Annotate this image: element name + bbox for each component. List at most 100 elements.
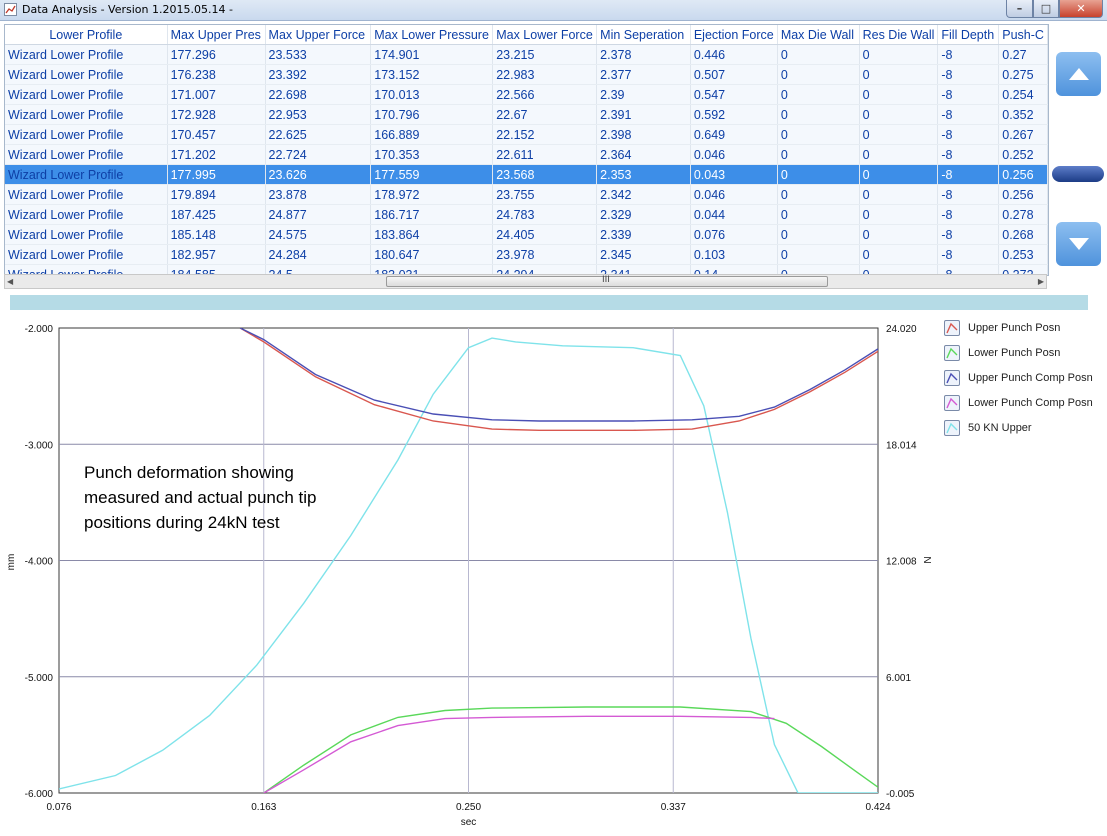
table-cell[interactable]: 22.566 [492,84,598,105]
table-cell[interactable]: Wizard Lower Profile [5,224,168,245]
table-cell[interactable]: 0 [859,184,939,205]
table-cell[interactable]: 172.928 [167,104,266,125]
table-cell[interactable]: 24.405 [492,224,598,245]
table-cell[interactable]: 182.957 [167,244,266,265]
table-cell[interactable]: -8 [937,184,1000,205]
table-cell[interactable]: 0 [859,124,939,145]
table-cell[interactable]: 0 [777,64,860,85]
table-cell[interactable]: -8 [937,144,1000,165]
table-cell[interactable]: 177.559 [370,164,494,185]
table-cell[interactable]: 2.391 [596,104,691,125]
column-header[interactable]: Max Lower Force [492,25,598,45]
table-row[interactable]: Wizard Lower Profile 170.457 22.625 166.889… [5,124,1048,145]
table-row[interactable]: Wizard Lower Profile 177.296 23.533 174.901… [5,44,1048,65]
column-header[interactable]: Max Upper Force [265,25,372,45]
legend-item[interactable]: Lower Punch Comp Posn [944,393,1093,413]
table-cell[interactable]: Wizard Lower Profile [5,164,168,185]
table-cell[interactable]: 24.877 [265,204,372,225]
table-cell[interactable]: 22.698 [265,84,372,105]
table-cell[interactable]: 0 [859,44,939,65]
table-row[interactable]: Wizard Lower Profile 179.894 23.878 178.972… [5,184,1048,205]
column-header[interactable]: Lower Profile [5,25,168,45]
table-cell[interactable]: 2.378 [596,44,691,65]
table-cell[interactable]: 171.007 [167,84,266,105]
table-cell[interactable]: 0 [777,164,860,185]
table-cell[interactable]: 2.353 [596,164,691,185]
table-cell[interactable]: 2.39 [596,84,691,105]
table-row[interactable]: Wizard Lower Profile 182.957 24.284 180.647… [5,244,1048,265]
table-cell[interactable]: 170.796 [370,104,494,125]
table-cell[interactable]: 185.148 [167,224,266,245]
table-cell[interactable]: 22.625 [265,124,372,145]
table-cell[interactable]: Wizard Lower Profile [5,124,168,145]
table-cell[interactable]: 22.953 [265,104,372,125]
column-header[interactable]: Max Die Wall [777,25,860,45]
table-cell[interactable]: -8 [937,84,1000,105]
table-cell[interactable]: 0.076 [690,224,778,245]
table-cell[interactable]: 0 [859,204,939,225]
splitter-bar[interactable] [10,295,1088,310]
table-cell[interactable]: Wizard Lower Profile [5,144,168,165]
table-cell[interactable]: 2.398 [596,124,691,145]
table-cell[interactable]: 0 [777,144,860,165]
table-cell[interactable]: -8 [937,124,1000,145]
legend-item[interactable]: Lower Punch Posn [944,343,1060,363]
horizontal-scrollbar[interactable]: ◀ III ▶ [4,274,1047,289]
horizontal-scroll-thumb[interactable]: III [386,275,828,287]
table-cell[interactable]: 23.878 [265,184,372,205]
table-cell[interactable]: 0.256 [998,164,1048,185]
column-header[interactable]: Max Lower Pressure [370,25,494,45]
legend-item[interactable]: Upper Punch Posn [944,318,1060,338]
table-row[interactable]: Wizard Lower Profile 171.202 22.724 170.353… [5,144,1048,165]
table-cell[interactable]: 0.446 [690,44,778,65]
table-cell[interactable]: Wizard Lower Profile [5,184,168,205]
table-cell[interactable]: 2.329 [596,204,691,225]
table-cell[interactable]: 2.339 [596,224,691,245]
column-header[interactable]: Max Upper Pres [167,25,266,45]
table-row[interactable]: Wizard Lower Profile 176.238 23.392 173.152… [5,64,1048,85]
table-cell[interactable]: -8 [937,204,1000,225]
table-cell[interactable]: 0 [859,164,939,185]
table-cell[interactable]: 171.202 [167,144,266,165]
table-row[interactable]: Wizard Lower Profile 171.007 22.698 170.013… [5,84,1048,105]
table-row[interactable]: Wizard Lower Profile 185.148 24.575 183.864… [5,224,1048,245]
results-grid[interactable]: Lower Profile Max Upper Pres Max Upper For… [4,24,1049,276]
table-cell[interactable]: 0.352 [998,104,1048,125]
table-cell[interactable]: 177.995 [167,164,266,185]
table-cell[interactable]: 0.254 [998,84,1048,105]
table-cell[interactable]: 0.268 [998,224,1048,245]
scroll-right-arrow-icon[interactable]: ▶ [1038,277,1044,286]
table-cell[interactable]: 187.425 [167,204,266,225]
table-cell[interactable]: 180.647 [370,244,494,265]
table-cell[interactable]: -8 [937,224,1000,245]
table-cell[interactable]: 0 [777,244,860,265]
table-cell[interactable]: Wizard Lower Profile [5,244,168,265]
column-header[interactable]: Fill Depth [937,25,1000,45]
table-cell[interactable]: 0.507 [690,64,778,85]
table-cell[interactable]: 0 [777,84,860,105]
table-cell[interactable]: 178.972 [370,184,494,205]
title-bar[interactable]: Data Analysis - Version 1.2015.05.14 - –… [0,0,1107,21]
table-cell[interactable]: 0 [777,44,860,65]
table-cell[interactable]: 0 [859,144,939,165]
table-row[interactable]: Wizard Lower Profile 187.425 24.877 186.717… [5,204,1048,225]
column-header[interactable]: Push-C [998,25,1048,45]
table-cell[interactable]: 23.626 [265,164,372,185]
table-cell[interactable]: 0.256 [998,184,1048,205]
table-cell[interactable]: 24.284 [265,244,372,265]
legend-item[interactable]: Upper Punch Comp Posn [944,368,1093,388]
table-cell[interactable]: 166.889 [370,124,494,145]
table-cell[interactable]: -8 [937,104,1000,125]
table-row[interactable]: Wizard Lower Profile 172.928 22.953 170.796… [5,104,1048,125]
scroll-left-arrow-icon[interactable]: ◀ [7,277,13,286]
table-cell[interactable]: -8 [937,244,1000,265]
close-button[interactable]: ✕ [1059,0,1103,18]
column-header[interactable]: Res Die Wall [859,25,939,45]
table-cell[interactable]: Wizard Lower Profile [5,104,168,125]
maximize-button[interactable]: □ [1033,0,1059,18]
table-cell[interactable]: -8 [937,44,1000,65]
table-cell[interactable]: -8 [937,64,1000,85]
table-cell[interactable]: 0 [777,124,860,145]
table-row[interactable]: Wizard Lower Profile 177.995 23.626 177.559… [5,164,1048,185]
table-cell[interactable]: 23.215 [492,44,598,65]
